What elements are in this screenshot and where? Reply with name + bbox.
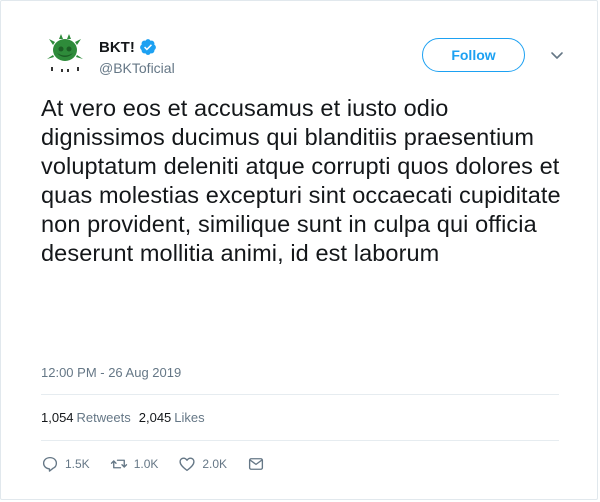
direct-message-button[interactable] bbox=[247, 455, 265, 473]
retweet-button[interactable]: 1.0K bbox=[110, 455, 159, 473]
display-name[interactable]: BKT! bbox=[99, 39, 135, 56]
like-count: 2.0K bbox=[202, 457, 228, 471]
reply-count: 1.5K bbox=[65, 457, 90, 471]
retweet-icon bbox=[110, 459, 127, 469]
tweet-header: BKT! @BKToficial Follow bbox=[41, 31, 567, 87]
chevron-down-icon[interactable] bbox=[549, 47, 565, 63]
likes-count: 2,045 bbox=[138, 410, 172, 425]
likes-label: Likes bbox=[174, 410, 205, 425]
tweet-card: BKT! @BKToficial Follow At vero eos et a… bbox=[0, 0, 598, 500]
like-button[interactable]: 2.0K bbox=[178, 455, 227, 473]
retweets-count: 1,054 bbox=[41, 410, 74, 425]
heart-icon bbox=[179, 457, 195, 472]
likes-stat[interactable]: 2,045 Likes bbox=[139, 410, 205, 425]
verified-badge-icon bbox=[139, 39, 156, 55]
divider bbox=[41, 394, 559, 395]
tweet-text: At vero eos et accusamus et iusto odio d… bbox=[41, 95, 561, 266]
user-handle[interactable]: @BKToficial bbox=[99, 60, 175, 76]
tweet-stats: 1,054 Retweets 2,045 Likes bbox=[41, 410, 213, 425]
user-names: BKT! @BKToficial bbox=[99, 37, 175, 77]
envelope-icon bbox=[249, 458, 264, 470]
follow-button[interactable]: Follow bbox=[422, 38, 525, 72]
retweet-count: 1.0K bbox=[133, 457, 159, 471]
tweet-timestamp[interactable]: 12:00 PM - 26 Aug 2019 bbox=[41, 365, 181, 380]
avatar[interactable] bbox=[41, 31, 89, 79]
bkt-logo-icon bbox=[47, 34, 83, 72]
reply-icon bbox=[42, 456, 58, 472]
retweets-stat[interactable]: 1,054 Retweets bbox=[41, 410, 131, 425]
divider bbox=[41, 440, 559, 441]
retweets-label: Retweets bbox=[76, 410, 131, 425]
tweet-actions: 1.5K 1.0K 2.0K bbox=[41, 455, 285, 473]
reply-button[interactable]: 1.5K bbox=[41, 455, 90, 473]
